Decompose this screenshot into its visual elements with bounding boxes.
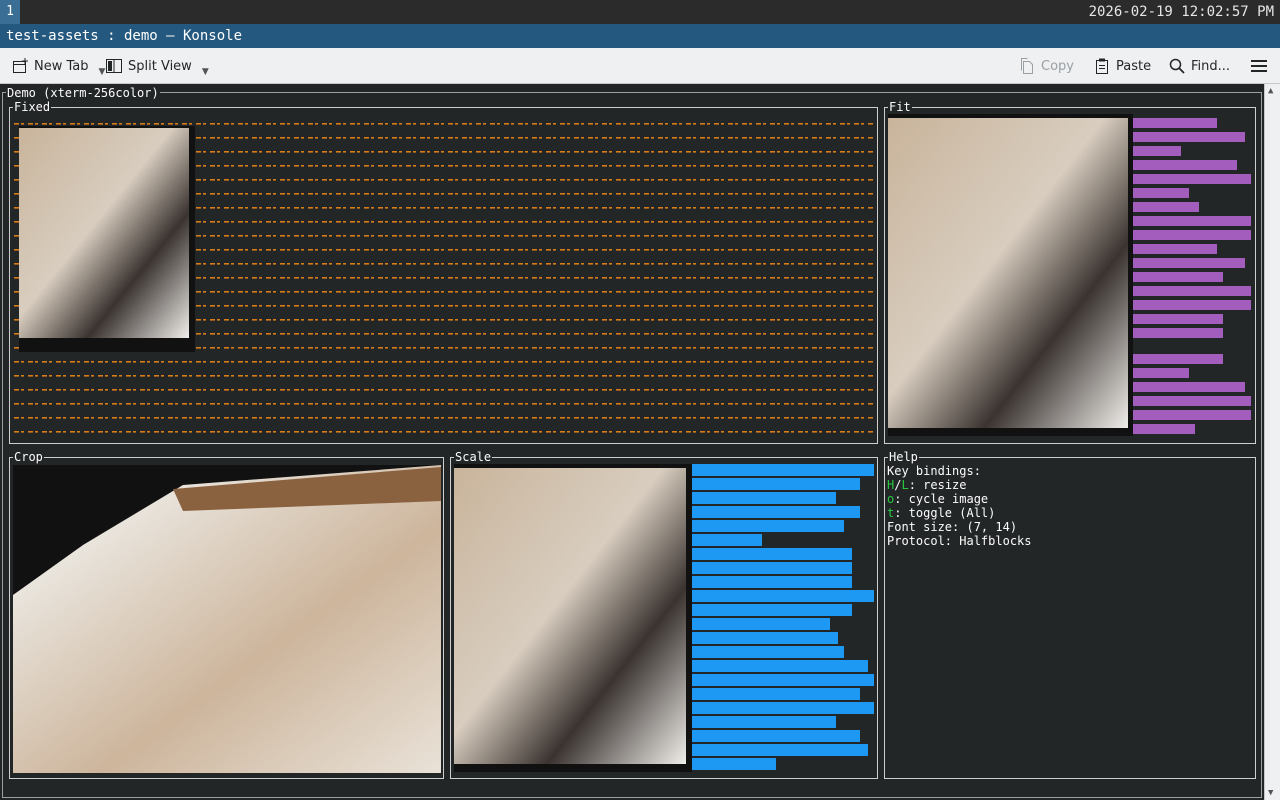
hamburger-menu-button[interactable] bbox=[1251, 48, 1267, 84]
copy-button[interactable]: Copy bbox=[1019, 48, 1074, 84]
find-button[interactable]: Find... bbox=[1169, 48, 1230, 84]
chevron-down-icon[interactable]: ▼ bbox=[99, 67, 106, 77]
window-title: test-assets : demo — Konsole bbox=[0, 24, 1280, 48]
fit-pane-image bbox=[888, 114, 1251, 436]
new-tab-label: New Tab bbox=[34, 58, 89, 74]
help-font-size: Font size: (7, 14) bbox=[887, 520, 1018, 534]
help-resize-key-l: L bbox=[901, 478, 909, 492]
paste-button[interactable]: Paste bbox=[1094, 48, 1151, 84]
hamburger-menu-icon bbox=[1251, 58, 1267, 74]
find-label: Find... bbox=[1191, 58, 1231, 74]
help-cycle-text: : cycle image bbox=[894, 492, 989, 506]
help-resize-key-h: H bbox=[887, 478, 895, 492]
help-resize-text: : resize bbox=[908, 478, 967, 492]
clock: 2026-02-19 12:02:57 PM bbox=[1088, 4, 1274, 20]
split-view-button[interactable]: Split View ▼ bbox=[106, 48, 209, 84]
help-toggle-text: : toggle (All) bbox=[894, 506, 996, 520]
copy-icon bbox=[1019, 58, 1035, 74]
new-tab-button[interactable]: New Tab ▼ bbox=[12, 48, 105, 84]
paste-label: Paste bbox=[1116, 58, 1152, 74]
paste-icon bbox=[1094, 58, 1110, 74]
fixed-pane-title: Fixed bbox=[13, 100, 52, 114]
fixed-pane-pattern bbox=[13, 116, 873, 438]
new-tab-icon bbox=[12, 58, 28, 74]
top-panel: 1 2026-02-19 12:02:57 PM bbox=[0, 0, 1280, 24]
help-resize-line: H/L: resize bbox=[887, 478, 967, 492]
crop-pane-title: Crop bbox=[13, 450, 44, 464]
chevron-down-icon[interactable]: ▼ bbox=[202, 67, 209, 77]
workspace-indicator[interactable]: 1 bbox=[0, 0, 20, 24]
search-icon bbox=[1169, 58, 1185, 74]
help-pane-title: Help bbox=[888, 450, 919, 464]
scale-pane-title: Scale bbox=[454, 450, 493, 464]
copy-label: Copy bbox=[1041, 58, 1074, 74]
scroll-up-icon[interactable]: ▲ bbox=[1268, 86, 1273, 96]
toolbar: New Tab ▼ Split View ▼ Copy Paste Find..… bbox=[0, 48, 1280, 84]
demo-outer-title: Demo (xterm-256color) bbox=[6, 86, 160, 100]
scale-pane-image bbox=[454, 464, 874, 772]
split-view-label: Split View bbox=[128, 58, 192, 74]
crop-pane-image bbox=[13, 465, 441, 773]
help-cycle-line: o: cycle image bbox=[887, 492, 988, 506]
help-heading: Key bindings: bbox=[887, 464, 981, 478]
scrollbar[interactable]: ▲ ▼ bbox=[1264, 84, 1280, 800]
split-view-icon bbox=[106, 58, 122, 74]
fit-pane-title: Fit bbox=[888, 100, 912, 114]
scroll-down-icon[interactable]: ▼ bbox=[1268, 788, 1273, 798]
help-toggle-line: t: toggle (All) bbox=[887, 506, 995, 520]
help-protocol: Protocol: Halfblocks bbox=[887, 534, 1032, 548]
